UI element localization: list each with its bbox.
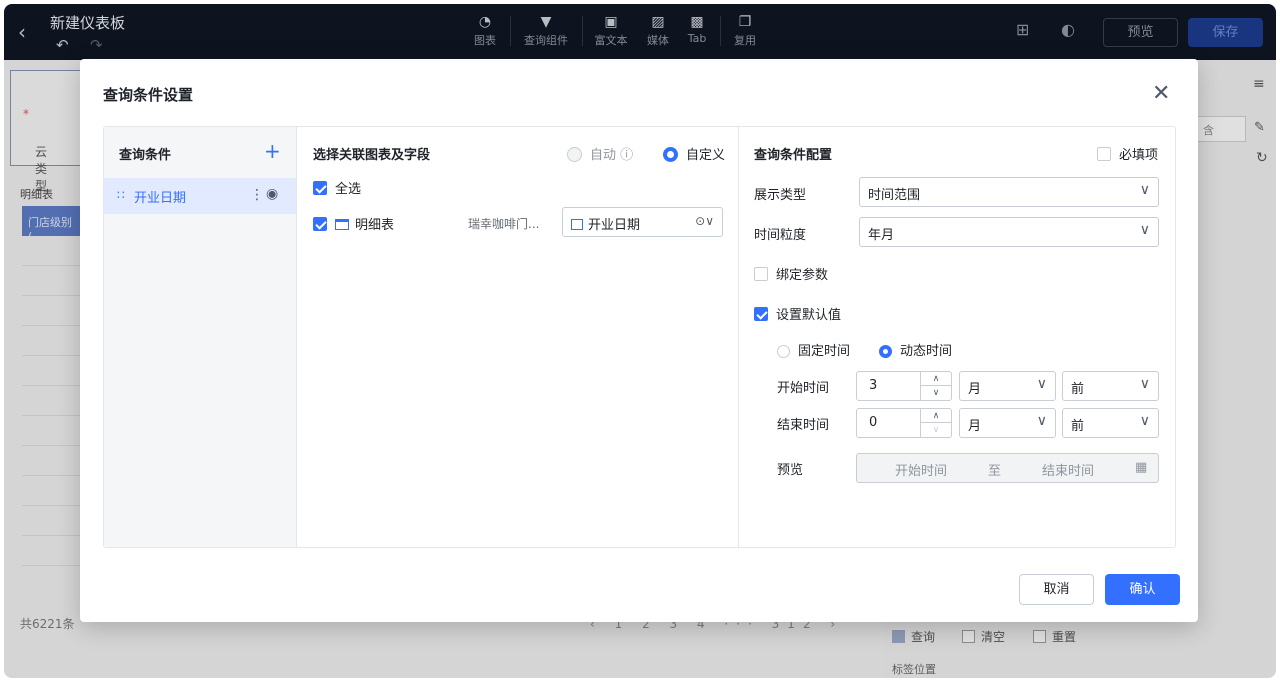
config-heading: 查询条件配置 [754,148,833,163]
radio-icon [567,147,582,162]
cancel-button[interactable]: 取消 [1019,574,1094,605]
end-unit-select[interactable]: 月 ∨ [959,408,1056,438]
end-time-label: 结束时间 [777,418,830,433]
radio-icon [663,147,678,162]
dialog-body: 查询条件 + ∷ 开业日期 ⋮ ◉ 选择关联图表及字段 自动 ⓘ 自定义 全选 … [103,126,1176,548]
calendar-icon [571,219,583,230]
mode-custom-radio[interactable]: 自定义 [663,144,725,163]
preview-to: 至 [988,464,1002,479]
default-value-checkbox[interactable]: 设置默认值 [754,304,841,323]
mode-auto-radio[interactable]: 自动 ⓘ [567,144,633,163]
granularity-label: 时间粒度 [754,228,807,243]
info-icon: ⓘ [620,148,634,163]
bind-param-checkbox[interactable]: 绑定参数 [754,264,828,283]
start-time-label: 开始时间 [777,381,830,396]
preview-range: 开始时间 至 结束时间 ▦ [856,453,1159,483]
display-type-label: 展示类型 [754,188,807,203]
table-icon [335,219,349,230]
fixed-time-radio[interactable]: 固定时间 [777,340,850,359]
start-time-stepper[interactable]: 3 ∧ ∨ [856,371,952,401]
granularity-select[interactable]: 年月 ∨ [859,217,1159,247]
query-condition-dialog: 查询条件设置 ✕ 查询条件 + ∷ 开业日期 ⋮ ◉ 选择关联图表及字段 自动 … [80,59,1198,622]
field-select[interactable]: 开业日期 ⊙∨ [562,207,723,237]
chevron-down-icon: ∨ [1036,376,1047,392]
stepper-up-icon[interactable]: ∧ [921,409,951,423]
checkbox-icon [754,267,768,281]
stepper-up-icon[interactable]: ∧ [921,372,951,386]
checkbox-icon [754,307,768,321]
calendar-icon: ▦ [1135,460,1148,475]
fields-heading: 选择关联图表及字段 [313,148,431,163]
condition-label: 开业日期 [134,191,187,206]
condition-item[interactable]: ∷ 开业日期 ⋮ ◉ [104,178,296,214]
config-column: 查询条件配置 必填项 展示类型 时间范围 ∨ 时间粒度 年月 ∨ 绑定参数 设置… [739,127,1175,547]
conditions-heading: 查询条件 [119,148,172,163]
more-icon[interactable]: ⋮ [250,187,264,203]
start-direction-select[interactable]: 前 ∨ [1062,371,1159,401]
checkbox-icon [1097,147,1111,161]
required-checkbox[interactable]: 必填项 [1097,144,1158,163]
drag-handle-icon[interactable]: ∷ [117,188,125,202]
conditions-column: 查询条件 + ∷ 开业日期 ⋮ ◉ [104,127,297,547]
checkbox-icon [313,217,327,231]
end-direction-select[interactable]: 前 ∨ [1062,408,1159,438]
app-window: ‹ 新建仪表板 ↶ ↷ ◔ 图表 ▼ 查询组件 ▣ 富文本 ▨ 媒体 ▩ Tab… [4,4,1276,678]
close-icon[interactable]: ✕ [1152,81,1170,106]
chevron-down-icon: ∨ [1139,182,1150,198]
checkbox-icon [313,181,327,195]
chevron-down-icon: ∨ [1036,413,1047,429]
add-condition-icon[interactable]: + [264,139,281,163]
end-time-stepper[interactable]: 0 ∧ ∨ [856,408,952,438]
chevron-down-icon: ∨ [1139,222,1150,238]
dynamic-time-radio[interactable]: 动态时间 [879,340,952,359]
select-all-checkbox[interactable]: 全选 [313,178,361,197]
chevron-down-icon: ∨ [1139,413,1150,429]
preview-start: 开始时间 [895,464,948,479]
radio-icon [777,345,790,358]
start-unit-select[interactable]: 月 ∨ [959,371,1056,401]
stepper-down-icon[interactable]: ∨ [921,386,951,400]
stepper-down-icon: ∨ [932,425,940,435]
eye-icon[interactable]: ◉ [266,186,278,202]
dialog-title: 查询条件设置 [103,86,194,104]
preview-end: 结束时间 [1042,464,1095,479]
table-source: 瑞幸咖啡门... [468,217,540,231]
radio-icon [879,345,892,358]
chevron-down-icon: ∨ [1139,376,1150,392]
preview-label: 预览 [777,463,804,478]
table-checkbox[interactable]: 明细表 [313,214,394,233]
fields-column: 选择关联图表及字段 自动 ⓘ 自定义 全选 明细表 瑞幸咖啡门... 开业日期 … [297,127,739,547]
display-type-select[interactable]: 时间范围 ∨ [859,177,1159,207]
chevron-down-icon: ⊙∨ [695,214,714,228]
confirm-button[interactable]: 确认 [1105,574,1180,605]
